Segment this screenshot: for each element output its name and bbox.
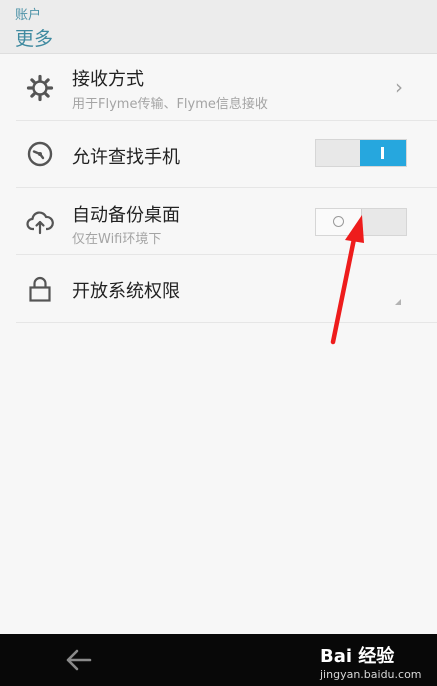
setting-title: 自动备份桌面 — [72, 205, 180, 226]
back-arrow-icon[interactable] — [58, 646, 98, 674]
setting-system-permissions[interactable]: 开放系统权限 — [16, 255, 437, 323]
header: 账户 更多 — [0, 0, 437, 54]
breadcrumb[interactable]: 账户 — [15, 4, 41, 23]
settings-screen: 账户 更多 接收方式 用于Flyme传输、Flyme信息接收 › 允许查找手机 … — [0, 0, 437, 686]
watermark: Bai 经验 jingyan.baidu.com — [300, 640, 437, 686]
setting-subtitle: 仅在Wifi环境下 — [72, 232, 162, 247]
setting-title: 允许查找手机 — [72, 147, 180, 168]
navigation-bar: Bai 经验 jingyan.baidu.com — [0, 634, 437, 686]
setting-subtitle: 用于Flyme传输、Flyme信息接收 — [72, 97, 268, 112]
toggle-knob — [360, 140, 406, 166]
setting-title: 开放系统权限 — [72, 281, 180, 302]
setting-title: 接收方式 — [72, 69, 144, 90]
setting-receive-method[interactable]: 接收方式 用于Flyme传输、Flyme信息接收 › — [16, 55, 437, 121]
chevron-right-icon: › — [395, 75, 403, 99]
corner-indicator-icon — [395, 299, 401, 305]
lock-icon — [26, 275, 54, 303]
cloud-upload-icon — [26, 208, 54, 236]
auto-backup-toggle[interactable] — [315, 208, 407, 236]
toggle-knob — [316, 209, 362, 235]
page-title: 更多 — [15, 28, 54, 50]
find-phone-icon — [26, 140, 54, 168]
find-phone-toggle[interactable] — [315, 139, 407, 167]
watermark-url: jingyan.baidu.com — [320, 668, 422, 681]
setting-auto-backup[interactable]: 自动备份桌面 仅在Wifi环境下 — [16, 188, 437, 255]
gear-icon — [26, 74, 54, 102]
setting-find-phone[interactable]: 允许查找手机 — [16, 121, 437, 188]
watermark-logo: Bai 经验 — [320, 646, 395, 667]
